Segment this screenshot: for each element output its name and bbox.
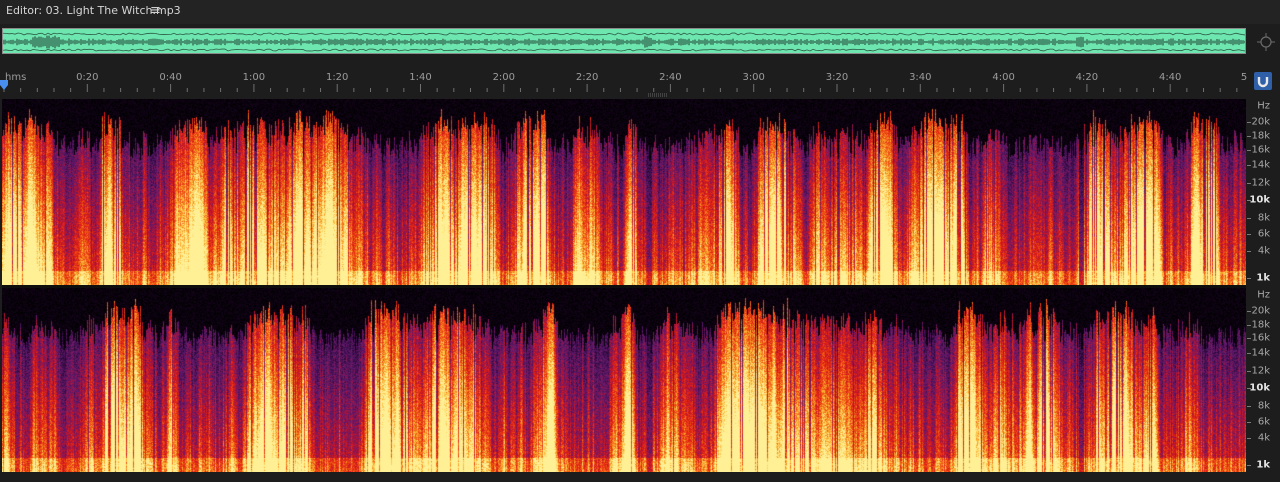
frequency-tick (1247, 150, 1251, 151)
overview-waveform[interactable] (2, 28, 1246, 54)
frequency-tick-label: 8k (1257, 400, 1270, 412)
frequency-tick (1247, 122, 1251, 123)
snap-button[interactable] (1254, 72, 1272, 90)
time-ruler[interactable]: hms 0:20 0:40 1:00 1:20 1:40 2:00 2:20 2:40 3:00… (0, 68, 1250, 92)
frequency-tick-label: 18k (1251, 319, 1270, 331)
frequency-tick-label: 14k (1251, 347, 1270, 359)
overview-channel-trace (3, 48, 1245, 52)
frequency-tick (1247, 325, 1251, 326)
frequency-tick (1247, 388, 1251, 389)
frequency-tick-label: 16k (1251, 144, 1270, 156)
frequency-tick (1247, 183, 1251, 184)
frequency-tick (1247, 465, 1251, 466)
frequency-tick (1247, 422, 1251, 423)
frequency-unit-label: Hz (1257, 100, 1270, 112)
snap-magnet-icon (1257, 77, 1269, 88)
hamburger-menu-icon[interactable]: ≡ (150, 3, 161, 18)
frequency-tick-label: 6k (1257, 416, 1270, 428)
spectral-display-channel-2[interactable] (2, 288, 1246, 472)
spectral-display-channel-1[interactable] (2, 99, 1246, 285)
frequency-tick (1247, 200, 1251, 201)
frequency-tick-label: 12k (1251, 365, 1270, 377)
zoom-navigator-icon[interactable] (1256, 32, 1276, 52)
frequency-tick-label: 20k (1251, 305, 1270, 317)
frequency-tick (1247, 136, 1251, 137)
frequency-scale-channel-1: Hz 20k 18k 16k 14k 12k 10k 8k 6k 4k 1k (1247, 99, 1280, 285)
frequency-tick (1247, 353, 1251, 354)
panel-divider-grip[interactable] (648, 93, 668, 97)
frequency-tick-label: 20k (1251, 116, 1270, 128)
frequency-tick-label: 14k (1251, 159, 1270, 171)
frequency-tick-label: 10k (1249, 194, 1270, 206)
frequency-tick (1247, 371, 1251, 372)
frequency-tick (1247, 438, 1251, 439)
frequency-tick-label: 1k (1256, 272, 1270, 284)
frequency-tick (1247, 218, 1251, 219)
frequency-tick-label: 16k (1251, 332, 1270, 344)
frequency-tick (1247, 234, 1251, 235)
frequency-tick-label: 12k (1251, 177, 1270, 189)
frequency-tick-label: 10k (1249, 382, 1270, 394)
frequency-tick-label: 1k (1256, 459, 1270, 471)
frequency-tick-label: 6k (1257, 228, 1270, 240)
playhead-marker[interactable] (0, 80, 8, 90)
frequency-tick-label: 18k (1251, 130, 1270, 142)
frequency-tick (1247, 165, 1251, 166)
frequency-tick (1247, 278, 1251, 279)
frequency-tick (1247, 311, 1251, 312)
frequency-tick-label: 4k (1257, 432, 1270, 444)
editor-title-bar: Editor: 03. Light The Witch.mp3 ≡ (0, 0, 1280, 24)
frequency-tick-label: 8k (1257, 212, 1270, 224)
frequency-unit-label: Hz (1257, 289, 1270, 301)
frequency-tick (1247, 406, 1251, 407)
overview-channel-trace (3, 32, 1245, 36)
frequency-scale-channel-2: Hz 20k 18k 16k 14k 12k 10k 8k 6k 4k 1k (1247, 288, 1280, 472)
frequency-tick (1247, 338, 1251, 339)
frequency-tick-label: 4k (1257, 245, 1270, 257)
frequency-tick (1247, 251, 1251, 252)
overview-waveform-trace (3, 35, 1245, 49)
